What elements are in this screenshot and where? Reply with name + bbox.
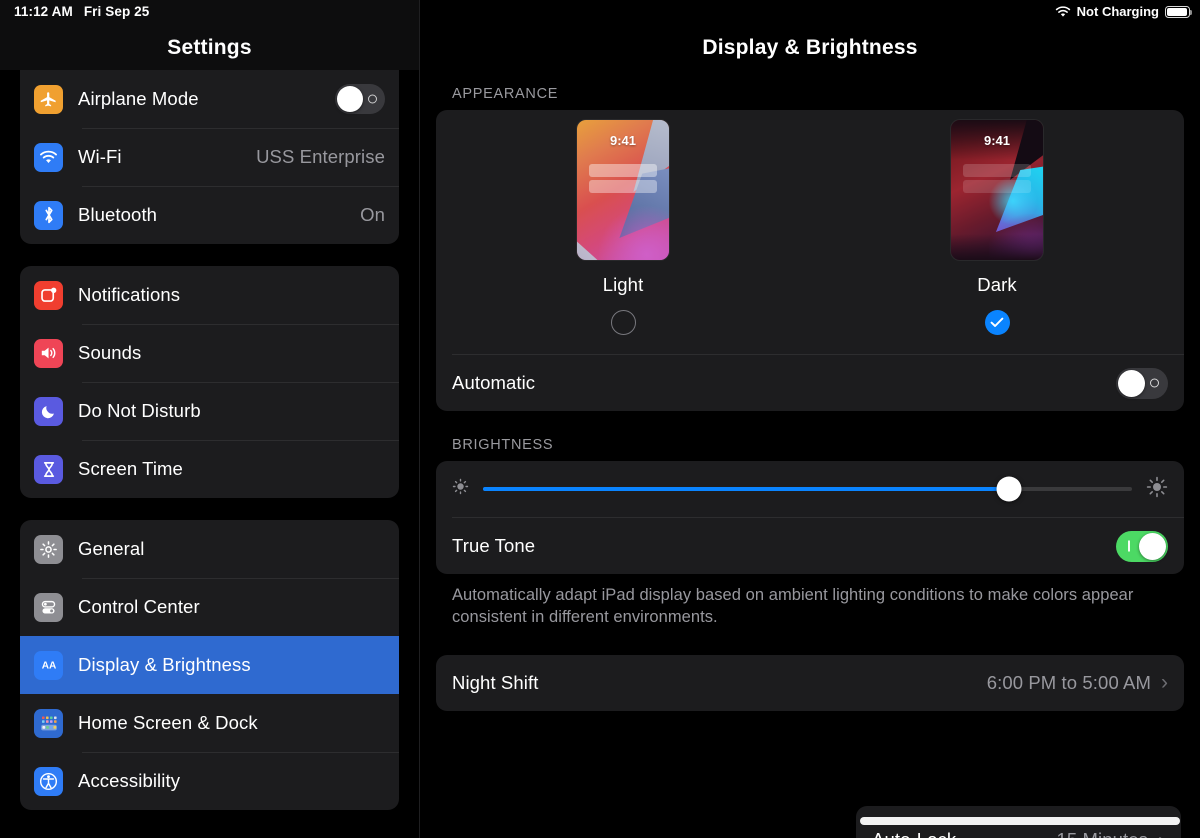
sidebar-group-connectivity: Airplane Mode Wi-Fi USS Enterprise Bluet… — [20, 70, 399, 244]
control-center-icon — [34, 592, 63, 622]
light-preview-time: 9:41 — [609, 133, 637, 148]
brightness-card: True Tone — [436, 461, 1184, 574]
sidebar-item-display-brightness[interactable]: AA Display & Brightness — [20, 636, 399, 694]
horizontal-scroll-indicator[interactable] — [860, 817, 1180, 825]
sidebar-item-control-center[interactable]: Control Center — [20, 578, 399, 636]
detail-scroll-area[interactable]: APPEARANCE 9:41 Light 9:41 Dark Automati… — [420, 70, 1200, 711]
sidebar-group-alerts: Notifications Sounds Do Not Disturb Scre… — [20, 266, 399, 498]
sidebar-item-notifications[interactable]: Notifications — [20, 266, 399, 324]
detail-pane: Display & Brightness APPEARANCE 9:41 Lig… — [420, 0, 1200, 838]
sun-small-icon — [452, 478, 469, 500]
bluetooth-status-value: On — [360, 204, 385, 225]
sidebar-group-system: General Control Center AA Display & Brig… — [20, 520, 399, 810]
appearance-card: 9:41 Light 9:41 Dark Automatic — [436, 110, 1184, 411]
automatic-label: Automatic — [452, 372, 536, 393]
display-brightness-icon: AA — [34, 650, 63, 680]
sidebar-header: Settings — [0, 0, 419, 70]
wifi-icon — [34, 142, 63, 172]
automatic-row[interactable]: Automatic — [436, 355, 1184, 411]
sidebar-item-label: Wi-Fi — [78, 146, 122, 167]
night-shift-label: Night Shift — [452, 671, 539, 693]
accessibility-icon — [34, 766, 63, 796]
true-tone-label: True Tone — [452, 535, 536, 556]
sidebar-item-label: Home Screen & Dock — [78, 712, 258, 733]
svg-text:AA: AA — [41, 661, 56, 672]
sidebar-item-do-not-disturb[interactable]: Do Not Disturb — [20, 382, 399, 440]
brightness-slider-row[interactable] — [436, 461, 1184, 517]
sidebar-item-sounds[interactable]: Sounds — [20, 324, 399, 382]
ipad-settings-screen: 11:12 AM Fri Sep 25 Not Charging Setting… — [0, 0, 1200, 838]
airplane-icon — [34, 84, 63, 114]
sun-large-icon — [1146, 476, 1168, 503]
notifications-icon — [34, 280, 63, 310]
airplane-mode-toggle[interactable] — [335, 84, 385, 114]
page-title: Display & Brightness — [702, 36, 918, 59]
light-radio-button[interactable] — [610, 310, 636, 335]
dark-option-label: Dark — [977, 274, 1017, 295]
sidebar-item-airplane-mode[interactable]: Airplane Mode — [20, 70, 399, 128]
sidebar-item-label: General — [78, 538, 145, 559]
detail-header: Display & Brightness — [420, 0, 1200, 70]
sidebar-item-general[interactable]: General — [20, 520, 399, 578]
sidebar-item-label: Notifications — [78, 284, 181, 305]
sidebar-item-label: Bluetooth — [78, 204, 158, 225]
checkmark-icon — [990, 317, 1004, 327]
chevron-right-icon: › — [1158, 830, 1165, 838]
night-shift-row[interactable]: Night Shift 6:00 PM to 5:00 AM › — [436, 655, 1184, 711]
auto-lock-value: 15 Minutes — [1057, 829, 1149, 838]
dark-radio-button[interactable] — [984, 310, 1010, 335]
hourglass-icon — [34, 454, 63, 484]
sidebar-item-label: Accessibility — [78, 770, 181, 791]
chevron-right-icon: › — [1161, 671, 1168, 695]
sidebar-item-accessibility[interactable]: Accessibility — [20, 752, 399, 810]
sounds-icon — [34, 338, 63, 368]
night-shift-card: Night Shift 6:00 PM to 5:00 AM › — [436, 654, 1184, 711]
sidebar-item-bluetooth[interactable]: Bluetooth On — [20, 186, 399, 244]
moon-icon — [34, 396, 63, 426]
settings-sidebar: Settings Airplane Mode Wi-Fi USS Enterpr… — [0, 0, 420, 838]
brightness-slider-knob[interactable] — [996, 476, 1022, 502]
dark-preview-time: 9:41 — [983, 133, 1011, 148]
sidebar-item-wifi[interactable]: Wi-Fi USS Enterprise — [20, 128, 399, 186]
true-tone-footnote: Automatically adapt iPad display based o… — [452, 586, 1134, 626]
appearance-option-light[interactable]: 9:41 Light — [436, 120, 810, 335]
sidebar-item-home-screen-dock[interactable]: Home Screen & Dock — [20, 694, 399, 752]
light-preview-thumbnail[interactable]: 9:41 — [577, 120, 669, 260]
sidebar-item-label: Screen Time — [78, 458, 183, 479]
dark-preview-thumbnail[interactable]: 9:41 — [951, 120, 1043, 260]
appearance-section-header: APPEARANCE — [452, 86, 559, 102]
true-tone-toggle[interactable] — [1116, 530, 1168, 562]
sidebar-item-screen-time[interactable]: Screen Time — [20, 440, 399, 498]
sidebar-item-label: Control Center — [78, 596, 200, 617]
brightness-section-header: BRIGHTNESS — [452, 437, 554, 453]
gear-icon — [34, 534, 63, 564]
automatic-toggle[interactable] — [1116, 367, 1168, 399]
bluetooth-icon — [34, 200, 63, 230]
home-screen-dock-icon — [34, 708, 63, 738]
sidebar-item-label: Sounds — [78, 342, 142, 363]
sidebar-scroll-area[interactable]: Airplane Mode Wi-Fi USS Enterprise Bluet… — [0, 70, 419, 810]
wifi-network-value: USS Enterprise — [256, 146, 385, 167]
sidebar-title: Settings — [167, 36, 252, 59]
appearance-options: 9:41 Light 9:41 Dark — [436, 110, 1184, 354]
light-option-label: Light — [602, 274, 644, 295]
brightness-slider-track[interactable] — [483, 476, 1132, 502]
auto-lock-label: Auto-Lock — [872, 829, 1057, 838]
appearance-option-dark[interactable]: 9:41 Dark — [810, 120, 1184, 335]
night-shift-value: 6:00 PM to 5:00 AM — [986, 671, 1151, 693]
sidebar-item-label: Do Not Disturb — [78, 400, 201, 421]
sidebar-item-label: Airplane Mode — [78, 88, 199, 109]
sidebar-item-label: Display & Brightness — [78, 654, 251, 675]
true-tone-row[interactable]: True Tone — [436, 518, 1184, 574]
